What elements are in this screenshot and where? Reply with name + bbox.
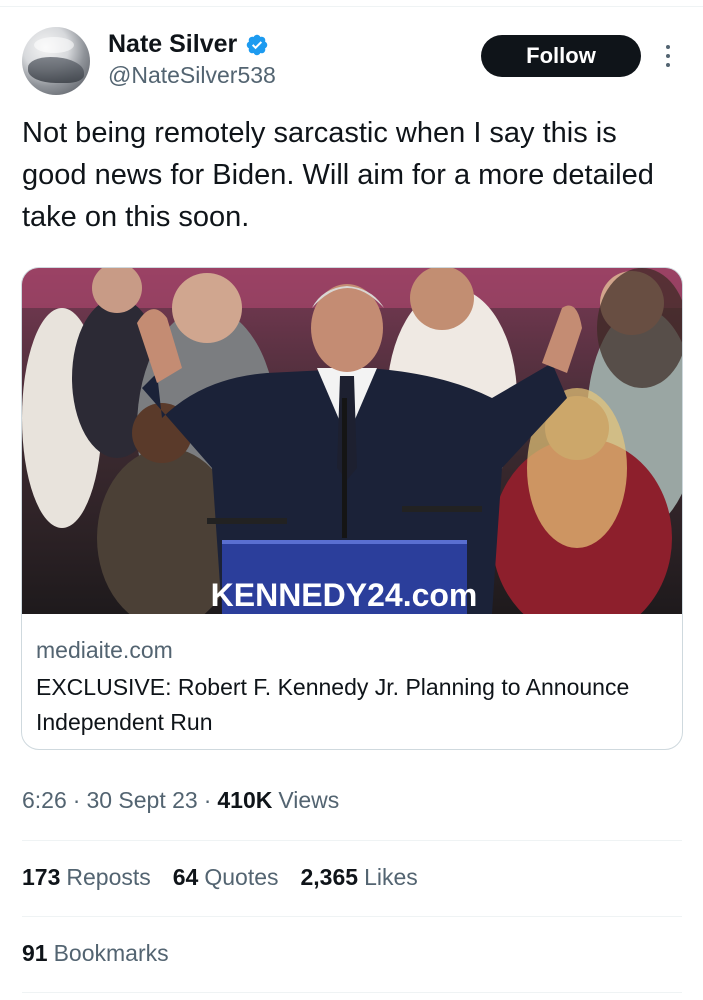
likes-count: 2,365 bbox=[300, 864, 359, 890]
author-name-row: Nate Silver bbox=[108, 30, 269, 59]
timestamp-row: 6:26 · 30 Sept 23 · 410K Views bbox=[22, 787, 339, 814]
bookmarks-stat[interactable]: 91 Bookmarks bbox=[22, 940, 169, 967]
article-photo[interactable]: KENNEDY24.com bbox=[22, 268, 682, 614]
quotes-label: Quotes bbox=[204, 864, 279, 890]
divider bbox=[22, 992, 682, 993]
tweet-time[interactable]: 6:26 bbox=[22, 787, 67, 814]
link-card[interactable]: KENNEDY24.com mediaite.com EXCLUSIVE: Ro… bbox=[21, 267, 683, 750]
divider bbox=[22, 916, 682, 917]
likes-stat[interactable]: 2,365 Likes bbox=[301, 864, 418, 891]
reposts-stat[interactable]: 173 Reposts bbox=[22, 864, 151, 891]
reposts-count: 173 bbox=[22, 864, 61, 890]
card-title[interactable]: EXCLUSIVE: Robert F. Kennedy Jr. Plannin… bbox=[36, 670, 666, 740]
more-options-icon[interactable] bbox=[658, 38, 678, 74]
tweet-text: Not being remotely sarcastic when I say … bbox=[22, 117, 654, 233]
quotes-stat[interactable]: 64 Quotes bbox=[173, 864, 279, 891]
follow-button[interactable]: Follow bbox=[481, 35, 641, 77]
reposts-label: Reposts bbox=[66, 864, 151, 890]
podium-sign-text: KENNEDY24.com bbox=[211, 577, 478, 613]
avatar[interactable] bbox=[22, 27, 90, 95]
bookmarks-count: 91 bbox=[22, 940, 48, 966]
views-label: Views bbox=[278, 787, 340, 813]
likes-label: Likes bbox=[364, 864, 418, 890]
top-divider bbox=[0, 6, 703, 7]
card-meta: mediaite.com EXCLUSIVE: Robert F. Kenned… bbox=[36, 634, 666, 740]
tweet-date[interactable]: 30 Sept 23 bbox=[86, 787, 197, 814]
divider bbox=[22, 840, 682, 841]
views-count: 410K bbox=[217, 787, 273, 813]
card-domain: mediaite.com bbox=[36, 637, 173, 663]
engagement-stats: 173 Reposts 64 Quotes 2,365 Likes bbox=[22, 864, 418, 891]
verified-badge-icon bbox=[247, 34, 268, 55]
separator-dot: · bbox=[72, 787, 81, 813]
author-handle[interactable]: @NateSilver538 bbox=[108, 62, 276, 89]
separator-dot: · bbox=[203, 787, 212, 813]
author-name[interactable]: Nate Silver bbox=[108, 30, 237, 59]
quotes-count: 64 bbox=[172, 864, 199, 890]
bookmarks-label: Bookmarks bbox=[53, 940, 169, 966]
